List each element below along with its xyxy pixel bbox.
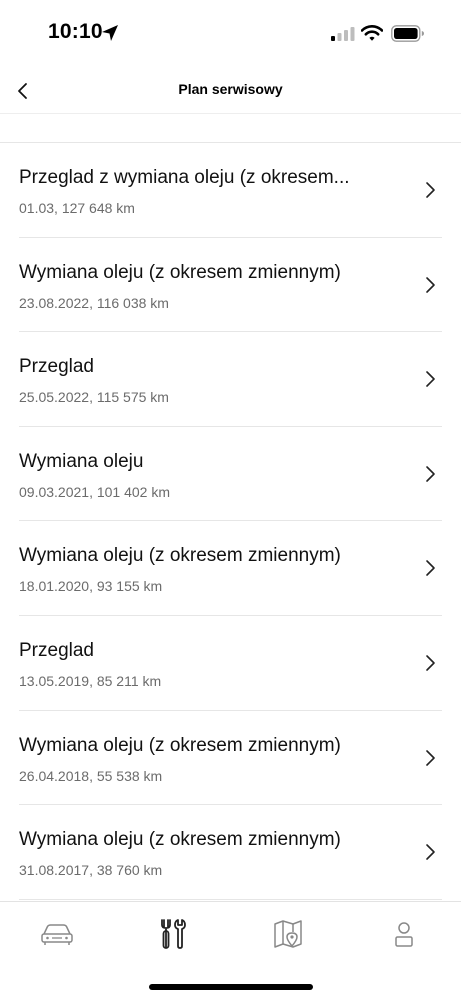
list-item[interactable]: Wymiana oleju (z okresem zmiennym) 26.04… <box>19 711 442 806</box>
list-item[interactable]: Wymiana oleju (z okresem zmiennym) 23.08… <box>19 238 442 333</box>
car-icon <box>41 924 73 945</box>
status-time: 10:10 <box>48 20 103 43</box>
tab-profile[interactable] <box>384 916 424 952</box>
item-title: Wymiana oleju (z okresem zmiennym) <box>19 261 341 283</box>
chevron-right-icon <box>426 276 435 293</box>
chevron-right-icon <box>426 844 435 860</box>
tab-service[interactable] <box>153 916 193 952</box>
service-plan-list: Przeglad z wymiana oleju (z okresem... 0… <box>0 143 461 900</box>
item-subtitle: 18.01.2020, 93 155 km <box>19 578 163 595</box>
item-title: Przeglad z wymiana oleju (z okresem... <box>19 167 350 188</box>
list-item[interactable]: Wymiana oleju (z okresem zmiennym) 31.08… <box>19 805 442 900</box>
list-item[interactable]: Wymiana oleju (z okresem zmiennym) 18.01… <box>19 521 442 616</box>
item-title: Wymiana oleju <box>19 450 144 472</box>
chevron-right-icon <box>426 371 435 387</box>
tools-icon <box>161 919 186 949</box>
item-subtitle: 26.04.2018, 55 538 km <box>19 767 163 784</box>
signal-icon <box>331 27 355 41</box>
chevron-right-icon <box>426 182 435 198</box>
home-indicator <box>149 984 313 990</box>
location-arrow-icon <box>102 25 118 41</box>
item-subtitle: 01.03, 127 648 km <box>19 200 135 216</box>
item-subtitle: 09.03.2021, 101 402 km <box>19 483 171 500</box>
list-item[interactable]: Przeglad z wymiana oleju (z okresem... 0… <box>19 143 442 238</box>
item-title: Wymiana oleju (z okresem zmiennym) <box>19 545 341 567</box>
item-subtitle: 25.05.2022, 115 575 km <box>19 389 169 406</box>
chevron-right-icon <box>426 749 435 766</box>
status-bar: 10:10 <box>0 0 461 68</box>
item-subtitle: 31.08.2017, 38 760 km <box>19 862 163 879</box>
profile-icon <box>395 922 413 947</box>
tab-map[interactable] <box>268 916 308 952</box>
item-subtitle: 13.05.2019, 85 211 km <box>19 672 162 689</box>
item-subtitle: 23.08.2022, 116 038 km <box>19 294 169 311</box>
chevron-right-icon <box>426 655 435 671</box>
page-title: Plan serwisowy <box>178 81 283 97</box>
item-title: Przeglad <box>19 356 94 378</box>
list-item[interactable]: Przeglad 13.05.2019, 85 211 km <box>19 616 442 711</box>
chevron-right-icon <box>426 465 435 482</box>
item-title: Przeglad <box>19 639 94 661</box>
list-item[interactable]: Przeglad 25.05.2022, 115 575 km <box>19 332 442 427</box>
chevron-right-icon <box>426 560 435 577</box>
wifi-icon <box>361 25 383 41</box>
item-title: Wymiana oleju (z okresem zmiennym) <box>19 734 341 756</box>
item-title: Wymiana oleju (z okresem zmiennym) <box>19 829 341 851</box>
tab-vehicle[interactable] <box>37 916 77 952</box>
list-item[interactable]: Wymiana oleju 09.03.2021, 101 402 km <box>19 427 442 522</box>
battery-icon <box>391 25 424 42</box>
map-icon <box>274 920 302 948</box>
navigation-bar: Plan serwisowy <box>0 68 461 114</box>
